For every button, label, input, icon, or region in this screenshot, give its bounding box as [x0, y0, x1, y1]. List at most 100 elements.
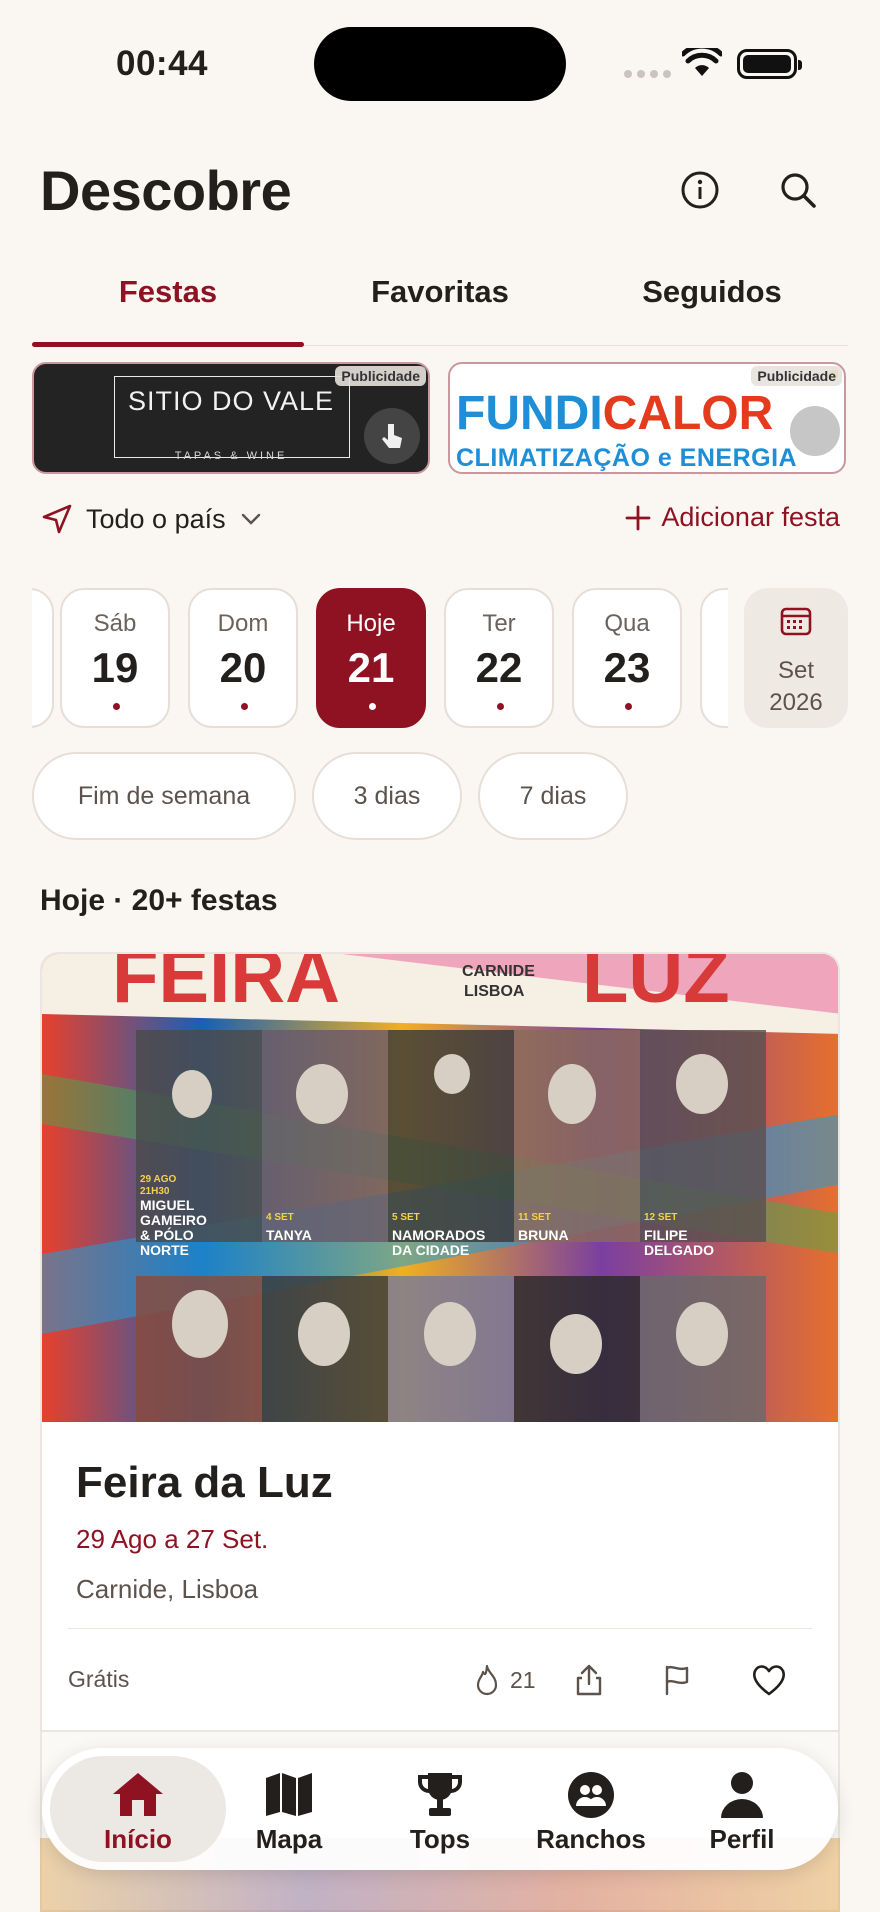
- plus-icon: [625, 505, 651, 530]
- likes-count: 21: [510, 1666, 536, 1693]
- chip-7-days[interactable]: 7 dias: [478, 752, 628, 840]
- likes-counter[interactable]: 21: [472, 1658, 536, 1702]
- svg-text:NORTE: NORTE: [140, 1242, 189, 1258]
- calendar-month: Set: [777, 657, 815, 684]
- svg-text:LISBOA: LISBOA: [464, 983, 525, 1000]
- cellular-signal-icon: [624, 70, 671, 78]
- svg-text:TANYA: TANYA: [266, 1227, 312, 1243]
- tab-label: Perfil: [709, 1824, 775, 1854]
- tab-seguidos[interactable]: Seguidos: [576, 262, 848, 345]
- svg-text:FILIPE: FILIPE: [644, 1227, 688, 1243]
- date-card-today[interactable]: Hoje 21: [316, 588, 426, 728]
- svg-text:MIGUEL: MIGUEL: [140, 1197, 195, 1213]
- flag-icon: [665, 1665, 689, 1696]
- bottom-tab-bar: Início Mapa Tops Ranchos Perfil: [42, 1748, 838, 1870]
- tab-ranchos[interactable]: Ranchos: [516, 1748, 666, 1870]
- tab-bar-top: Festas Favoritas Seguidos: [32, 262, 848, 347]
- tab-tops[interactable]: Tops: [365, 1748, 515, 1870]
- svg-text:11 SET: 11 SET: [518, 1212, 551, 1223]
- tab-label: Tops: [409, 1824, 471, 1854]
- tab-favoritas[interactable]: Favoritas: [304, 262, 576, 345]
- tap-hand-icon: [364, 408, 420, 464]
- svg-text:DELGADO: DELGADO: [644, 1242, 714, 1258]
- trophy-icon: [418, 1773, 462, 1816]
- location-selector[interactable]: Todo o país: [40, 502, 264, 536]
- svg-text:CARNIDE: CARNIDE: [462, 963, 535, 980]
- divider: [68, 1628, 812, 1629]
- share-button[interactable]: [572, 1658, 606, 1702]
- page-title: Descobre: [40, 159, 292, 222]
- ad-badge: Publicidade: [751, 366, 842, 386]
- event-poster-image: FEIRA LUZ CARNIDE LISBOA 29 AGO 21H30 MI…: [42, 954, 838, 1422]
- map-icon: [266, 1773, 312, 1816]
- event-title: Feira da Luz: [76, 1458, 333, 1507]
- event-dates: 29 Ago a 27 Set.: [76, 1524, 269, 1554]
- wifi-icon: [682, 48, 722, 76]
- ad-badge: Publicidade: [335, 366, 426, 386]
- report-button[interactable]: [660, 1658, 694, 1702]
- tab-mapa[interactable]: Mapa: [214, 1748, 364, 1870]
- date-weekday: Sáb: [93, 610, 137, 637]
- add-festa-button[interactable]: Adicionar festa: [623, 502, 840, 533]
- chip-weekend[interactable]: Fim de semana: [32, 752, 296, 840]
- chevron-down-icon: [241, 513, 260, 525]
- date-card[interactable]: Sáb 19: [60, 588, 170, 728]
- svg-text:BRUNA: BRUNA: [518, 1227, 569, 1243]
- tab-label: Início: [104, 1824, 172, 1854]
- date-day: 22: [475, 644, 523, 691]
- svg-text:12 SET: 12 SET: [644, 1212, 677, 1223]
- home-icon: [113, 1773, 163, 1816]
- event-dot: [369, 703, 376, 710]
- event-dot: [497, 703, 504, 710]
- event-card[interactable]: FEIRA LUZ CARNIDE LISBOA 29 AGO 21H30 MI…: [40, 952, 840, 1732]
- ad-subtitle: CLIMATIZAÇÃO e ENERGIA: [456, 444, 798, 472]
- svg-text:DA CIDADE: DA CIDADE: [392, 1242, 469, 1258]
- poster-title-left: FEIRA: [112, 954, 340, 1019]
- navigation-arrow-icon: [42, 504, 72, 534]
- date-day: 23: [603, 644, 651, 691]
- ad-title: FUNDICALOR: [456, 387, 774, 440]
- battery-icon: [737, 49, 802, 79]
- date-day: 21: [347, 644, 395, 691]
- calendar-button[interactable]: Set 2026: [744, 588, 848, 728]
- status-bar: 00:44: [0, 0, 880, 120]
- ad-banner-fundicalor[interactable]: FUNDICALOR CLIMATIZAÇÃO e ENERGIA Public…: [448, 362, 846, 474]
- date-card-partial[interactable]: [700, 588, 728, 728]
- tab-label: Ranchos: [536, 1824, 646, 1854]
- ad-banner-sitio-do-vale[interactable]: SITIO DO VALE TAPAS & WINE Publicidade: [32, 362, 430, 474]
- date-strip[interactable]: Sáb 19 Dom 20 Hoje 21 Ter 22 Qua 23: [32, 588, 728, 728]
- event-location: Carnide, Lisboa: [76, 1574, 259, 1604]
- person-icon: [721, 1772, 763, 1818]
- dynamic-island: [314, 27, 566, 101]
- svg-text:29 AGO: 29 AGO: [140, 1174, 177, 1185]
- date-weekday: Ter: [482, 610, 516, 637]
- status-time: 00:44: [116, 44, 209, 83]
- poster-title-right: LUZ: [582, 954, 730, 1019]
- date-card[interactable]: Dom 20: [188, 588, 298, 728]
- svg-text:& PÓLO: & PÓLO: [140, 1226, 194, 1243]
- event-dot: [241, 703, 248, 710]
- info-icon[interactable]: [678, 168, 722, 212]
- date-card-partial[interactable]: [32, 588, 54, 728]
- tap-hand-icon: [790, 406, 840, 456]
- add-festa-label: Adicionar festa: [661, 502, 840, 532]
- share-icon: [576, 1664, 602, 1696]
- date-card[interactable]: Qua 23: [572, 588, 682, 728]
- svg-text:GAMEIRO: GAMEIRO: [140, 1212, 207, 1228]
- tab-festas[interactable]: Festas: [32, 262, 304, 347]
- tab-inicio[interactable]: Início: [63, 1748, 213, 1870]
- search-icon[interactable]: [776, 168, 820, 212]
- date-card[interactable]: Ter 22: [444, 588, 554, 728]
- calendar-icon: [780, 607, 812, 636]
- svg-text:21H30: 21H30: [140, 1186, 170, 1197]
- tab-perfil[interactable]: Perfil: [667, 1748, 817, 1870]
- location-label: Todo o país: [86, 503, 226, 534]
- event-price: Grátis: [68, 1666, 130, 1692]
- date-day: 19: [91, 644, 139, 691]
- date-weekday: Qua: [604, 610, 650, 637]
- tab-label: Mapa: [255, 1824, 323, 1854]
- calendar-year: 2026: [769, 689, 823, 716]
- flame-icon: [476, 1664, 498, 1696]
- chip-3-days[interactable]: 3 dias: [312, 752, 462, 840]
- favorite-button[interactable]: [750, 1658, 788, 1702]
